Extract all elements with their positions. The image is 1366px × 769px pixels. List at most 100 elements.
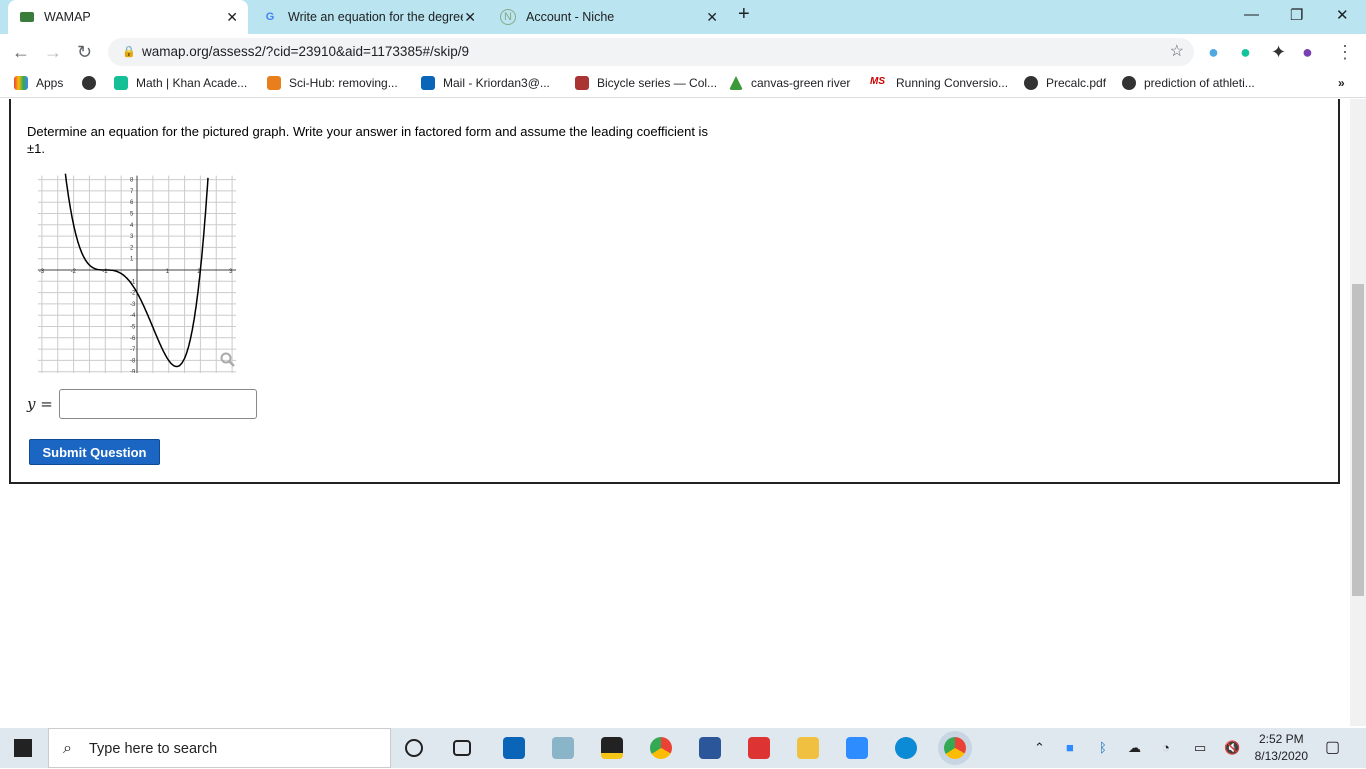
tab-strip: WAMAP ✕ G Write an equation for the degree… [0,0,1366,34]
menu-icon[interactable]: ⋮ [1336,42,1354,63]
x-tick-label: -2 [71,269,77,275]
outlook-taskbar-icon[interactable] [503,737,525,759]
minimize-button[interactable]: — [1244,6,1259,23]
scrollbar[interactable] [1350,99,1366,726]
bookmark-mail[interactable]: Mail - Kriordan3@... [421,76,550,90]
y-tick-label: -8 [130,358,136,364]
bookmark-bicycle[interactable]: Bicycle series — Col... [575,76,717,90]
question-box: Determine an equation for the pictured g… [9,99,1340,484]
bookmark-scihub[interactable]: Sci-Hub: removing... [267,76,398,90]
y-tick-label: 6 [130,200,134,206]
answer-label: y = [27,395,53,413]
y-tick-label: -7 [130,347,136,353]
app-taskbar-icon[interactable] [552,737,574,759]
globe-icon [1122,76,1136,90]
outlook-icon [421,76,435,90]
y-tick-label: -3 [130,302,136,308]
bookmark-globe[interactable] [82,76,104,90]
y-tick-label: 2 [130,245,134,251]
extensions-puzzle-icon[interactable]: ✦ [1271,42,1286,63]
back-icon[interactable]: ← [12,42,30,63]
close-window-button[interactable]: ✕ [1336,6,1349,24]
zoom-icon[interactable] [846,737,868,759]
profile-avatar[interactable]: ● [1302,42,1313,63]
file-explorer-icon[interactable] [797,737,819,759]
bluetooth-icon[interactable]: ᛒ [1099,740,1107,755]
sticky-notes-icon[interactable] [601,737,623,759]
close-tab-icon[interactable]: ✕ [706,9,718,26]
vivaldi-icon[interactable] [748,737,770,759]
browser-toolbar: ← → ↻ 🔒 wamap.org/assess2/?cid=23910&aid=… [0,34,1366,70]
tab-wamap[interactable]: WAMAP ✕ [8,0,248,34]
answer-row: y = [27,389,257,419]
canvas-icon [729,76,743,90]
google-icon: G [265,11,275,23]
globe-icon [1024,76,1038,90]
scihub-icon [267,76,281,90]
reload-icon[interactable]: ↻ [77,42,92,63]
question-text: Determine an equation for the pictured g… [27,124,708,156]
answer-input[interactable] [58,389,257,419]
forward-icon[interactable]: → [44,42,62,63]
cortana-icon[interactable] [405,739,423,757]
volume-muted-icon[interactable]: 🔇 [1224,740,1240,756]
grammarly-icon[interactable]: ● [1240,42,1251,63]
zoom-tray-icon[interactable]: ■ [1066,740,1074,755]
apps-grid-icon [14,76,28,90]
tab-niche[interactable]: N Account - Niche ✕ [488,0,728,34]
bookmark-canvas[interactable]: canvas-green river [729,76,850,90]
y-tick-label: -9 [130,370,136,373]
bookmark-apps[interactable]: Apps [14,76,63,90]
close-tab-icon[interactable]: ✕ [226,9,238,26]
chrome-active-icon[interactable] [944,737,966,759]
submit-question-button[interactable]: Submit Question [29,439,160,465]
bookmark-prediction[interactable]: prediction of athleti... [1122,76,1255,90]
task-view-icon[interactable] [453,740,471,756]
scrollbar-thumb[interactable] [1352,284,1364,596]
lock-icon: 🔒 [122,46,136,58]
windows-taskbar: ⌕ Type here to search ⌃ ■ ᛒ ☁ ◔ ▭ 🔇 2:52 … [0,728,1366,768]
windows-start-icon[interactable] [14,739,32,757]
bookmark-khan[interactable]: Math | Khan Acade... [114,76,247,90]
onedrive-icon[interactable]: ☁ [1128,740,1141,756]
function-graph[interactable]: -3 -2 -1 1 2 387654321-1-2-3-4-5-6-7-8-9 [25,167,241,373]
page-content: Determine an equation for the pictured g… [0,99,1350,726]
y-tick-label: -5 [130,325,136,331]
globe-icon [82,76,96,90]
bicycle-icon [575,76,589,90]
y-tick-label: 7 [130,189,134,195]
wifi-icon[interactable]: ◔ [1162,740,1170,755]
clock[interactable]: 2:52 PM 8/13/2020 [1255,731,1308,765]
more-bookmarks-icon[interactable]: » [1338,76,1345,90]
niche-icon: N [500,9,516,25]
word-icon[interactable] [699,737,721,759]
new-tab-button[interactable]: + [738,3,750,26]
star-icon[interactable]: ☆ [1170,38,1184,66]
search-icon: ⌕ [63,740,72,757]
y-tick-label: 1 [130,257,134,263]
y-tick-label: 8 [130,178,134,184]
bookmarks-bar: Apps Math | Khan Acade... Sci-Hub: remov… [0,70,1366,98]
taskbar-search-box[interactable]: ⌕ Type here to search [48,728,391,768]
y-tick-label: 4 [130,223,134,229]
restore-button[interactable]: ❐ [1290,6,1303,24]
y-tick-label: -2 [130,291,136,297]
y-tick-label: -6 [130,336,136,342]
y-tick-label: 5 [130,212,134,218]
y-tick-label: -4 [130,313,136,319]
tab-google[interactable]: G Write an equation for the degree ✕ [250,0,486,34]
battery-icon[interactable]: ▭ [1194,740,1206,756]
close-tab-icon[interactable]: ✕ [464,9,476,26]
bookmark-precalc[interactable]: Precalc.pdf [1024,76,1106,90]
notifications-icon[interactable]: ▢ [1325,737,1340,757]
bookmark-running[interactable]: MS Running Conversio... [870,76,1008,90]
x-tick-label: -3 [39,269,45,275]
tray-chevron-icon[interactable]: ⌃ [1034,740,1045,756]
ms-icon: MS [870,76,885,87]
extension-icon[interactable]: ● [1208,42,1219,63]
edge-icon[interactable] [895,737,917,759]
wamap-icon [20,12,34,22]
khan-icon [114,76,128,90]
address-bar[interactable]: 🔒 wamap.org/assess2/?cid=23910&aid=117338… [108,38,1194,66]
chrome-taskbar-icon[interactable] [650,737,672,759]
